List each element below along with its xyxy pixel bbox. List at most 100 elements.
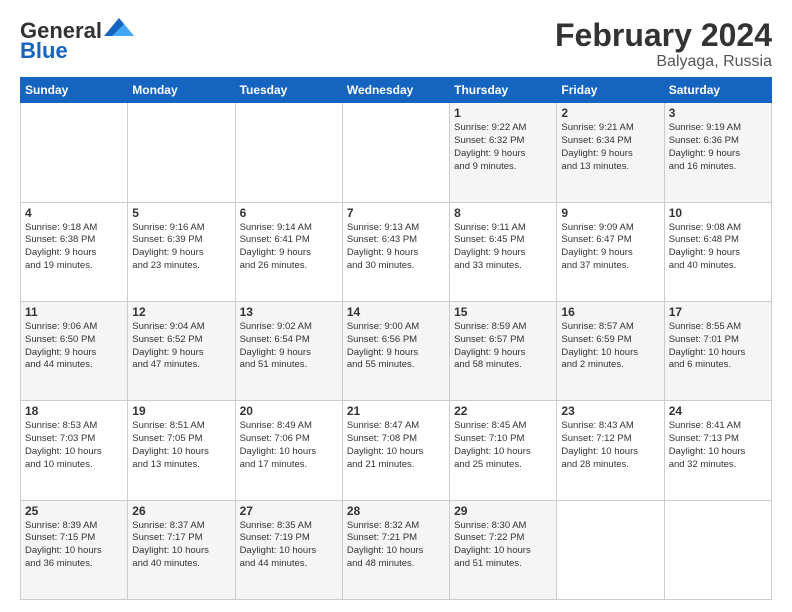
logo-icon	[104, 18, 134, 36]
calendar-cell: 21Sunrise: 8:47 AM Sunset: 7:08 PM Dayli…	[342, 401, 449, 500]
calendar-cell: 4 Sunrise: 9:18 AM Sunset: 6:38 PM Daylig…	[21, 202, 128, 301]
calendar-cell: 28 Sunrise: 8:32 AM Sunset: 7:21 PM Dayli…	[342, 500, 449, 599]
day-number: 12	[132, 305, 230, 319]
cell-data: Sunrise: 8:41 AM Sunset: 7:13 PM Dayligh…	[669, 420, 767, 471]
cell-data: Sunrise: 8:59 AM Sunset: 6:57 PM Dayligh…	[454, 321, 552, 372]
day-number: 23	[561, 404, 659, 418]
calendar-cell: 20 Sunrise: 8:49 AM Sunset: 7:06 PM Dayli…	[235, 401, 342, 500]
day-number: 17	[669, 305, 767, 319]
cell-data: Sunrise: 8:57 AM Sunset: 6:59 PM Dayligh…	[561, 321, 659, 372]
cell-data: Sunrise: 9:16 AM Sunset: 6:39 PM Dayligh…	[132, 222, 230, 273]
cell-data: Sunrise: 8:53 AM Sunset: 7:03 PM Dayligh…	[25, 420, 123, 471]
calendar-cell: 12 Sunrise: 9:04 AM Sunset: 6:52 PM Dayli…	[128, 301, 235, 400]
cell-data: Sunrise: 8:49 AM Sunset: 7:06 PM Dayligh…	[240, 420, 338, 471]
day-number: 6	[240, 206, 338, 220]
day-number: 7	[347, 206, 445, 220]
day-number: 5	[132, 206, 230, 220]
calendar-cell: 5 Sunrise: 9:16 AM Sunset: 6:39 PM Daylig…	[128, 202, 235, 301]
day-number: 2	[561, 106, 659, 120]
day-number: 10	[669, 206, 767, 220]
cell-data: Sunrise: 8:30 AM Sunset: 7:22 PM Dayligh…	[454, 520, 552, 571]
calendar-cell: 2 Sunrise: 9:21 AM Sunset: 6:34 PM Daylig…	[557, 103, 664, 202]
calendar-cell	[235, 103, 342, 202]
calendar-cell: 26 Sunrise: 8:37 AM Sunset: 7:17 PM Dayli…	[128, 500, 235, 599]
calendar-cell	[128, 103, 235, 202]
cell-data: Sunrise: 9:09 AM Sunset: 6:47 PM Dayligh…	[561, 222, 659, 273]
calendar-cell	[557, 500, 664, 599]
calendar-header-tuesday: Tuesday	[235, 78, 342, 103]
day-number: 27	[240, 504, 338, 518]
calendar-cell	[21, 103, 128, 202]
cell-data: Sunrise: 8:37 AM Sunset: 7:17 PM Dayligh…	[132, 520, 230, 571]
title-block: February 2024 Balyaga, Russia	[555, 18, 772, 71]
calendar-cell: 9 Sunrise: 9:09 AM Sunset: 6:47 PM Daylig…	[557, 202, 664, 301]
day-number: 16	[561, 305, 659, 319]
day-number: 15	[454, 305, 552, 319]
day-number: 28	[347, 504, 445, 518]
day-number: 8	[454, 206, 552, 220]
calendar-cell	[342, 103, 449, 202]
day-number: 18	[25, 404, 123, 418]
cell-data: Sunrise: 9:18 AM Sunset: 6:38 PM Dayligh…	[25, 222, 123, 273]
cell-data: Sunrise: 9:13 AM Sunset: 6:43 PM Dayligh…	[347, 222, 445, 273]
calendar-cell: 22Sunrise: 8:45 AM Sunset: 7:10 PM Dayli…	[450, 401, 557, 500]
cell-data: Sunrise: 8:55 AM Sunset: 7:01 PM Dayligh…	[669, 321, 767, 372]
calendar-header-sunday: Sunday	[21, 78, 128, 103]
calendar-cell: 23Sunrise: 8:43 AM Sunset: 7:12 PM Dayli…	[557, 401, 664, 500]
cell-data: Sunrise: 8:35 AM Sunset: 7:19 PM Dayligh…	[240, 520, 338, 571]
calendar-cell: 14 Sunrise: 9:00 AM Sunset: 6:56 PM Dayli…	[342, 301, 449, 400]
calendar-cell: 27 Sunrise: 8:35 AM Sunset: 7:19 PM Dayli…	[235, 500, 342, 599]
cell-data: Sunrise: 9:08 AM Sunset: 6:48 PM Dayligh…	[669, 222, 767, 273]
cell-data: Sunrise: 8:51 AM Sunset: 7:05 PM Dayligh…	[132, 420, 230, 471]
calendar-cell: 15 Sunrise: 8:59 AM Sunset: 6:57 PM Dayli…	[450, 301, 557, 400]
cell-data: Sunrise: 9:06 AM Sunset: 6:50 PM Dayligh…	[25, 321, 123, 372]
day-number: 9	[561, 206, 659, 220]
cell-data: Sunrise: 9:02 AM Sunset: 6:54 PM Dayligh…	[240, 321, 338, 372]
cell-data: Sunrise: 8:47 AM Sunset: 7:08 PM Dayligh…	[347, 420, 445, 471]
calendar-cell: 19 Sunrise: 8:51 AM Sunset: 7:05 PM Dayli…	[128, 401, 235, 500]
day-number: 13	[240, 305, 338, 319]
page-title: February 2024	[555, 18, 772, 53]
calendar-cell: 18 Sunrise: 8:53 AM Sunset: 7:03 PM Dayli…	[21, 401, 128, 500]
cell-data: Sunrise: 8:32 AM Sunset: 7:21 PM Dayligh…	[347, 520, 445, 571]
calendar-cell: 1Sunrise: 9:22 AM Sunset: 6:32 PM Daylig…	[450, 103, 557, 202]
calendar-week-3: 18 Sunrise: 8:53 AM Sunset: 7:03 PM Dayli…	[21, 401, 772, 500]
day-number: 25	[25, 504, 123, 518]
day-number: 3	[669, 106, 767, 120]
day-number: 11	[25, 305, 123, 319]
logo: General Blue	[20, 18, 134, 64]
logo-blue: Blue	[20, 38, 68, 64]
calendar-week-1: 4 Sunrise: 9:18 AM Sunset: 6:38 PM Daylig…	[21, 202, 772, 301]
day-number: 26	[132, 504, 230, 518]
calendar-table: SundayMondayTuesdayWednesdayThursdayFrid…	[20, 77, 772, 600]
cell-data: Sunrise: 9:04 AM Sunset: 6:52 PM Dayligh…	[132, 321, 230, 372]
day-number: 19	[132, 404, 230, 418]
page-subtitle: Balyaga, Russia	[555, 53, 772, 71]
calendar-cell: 13 Sunrise: 9:02 AM Sunset: 6:54 PM Dayli…	[235, 301, 342, 400]
calendar-cell: 8Sunrise: 9:11 AM Sunset: 6:45 PM Daylig…	[450, 202, 557, 301]
cell-data: Sunrise: 8:45 AM Sunset: 7:10 PM Dayligh…	[454, 420, 552, 471]
cell-data: Sunrise: 8:39 AM Sunset: 7:15 PM Dayligh…	[25, 520, 123, 571]
calendar-header-monday: Monday	[128, 78, 235, 103]
calendar-header-thursday: Thursday	[450, 78, 557, 103]
calendar-cell	[664, 500, 771, 599]
day-number: 20	[240, 404, 338, 418]
day-number: 4	[25, 206, 123, 220]
cell-data: Sunrise: 9:14 AM Sunset: 6:41 PM Dayligh…	[240, 222, 338, 273]
calendar-header-saturday: Saturday	[664, 78, 771, 103]
calendar-cell: 11 Sunrise: 9:06 AM Sunset: 6:50 PM Dayli…	[21, 301, 128, 400]
calendar-cell: 16 Sunrise: 8:57 AM Sunset: 6:59 PM Dayli…	[557, 301, 664, 400]
calendar-week-0: 1Sunrise: 9:22 AM Sunset: 6:32 PM Daylig…	[21, 103, 772, 202]
day-number: 14	[347, 305, 445, 319]
calendar-header-wednesday: Wednesday	[342, 78, 449, 103]
calendar-cell: 17 Sunrise: 8:55 AM Sunset: 7:01 PM Dayli…	[664, 301, 771, 400]
calendar-cell: 25 Sunrise: 8:39 AM Sunset: 7:15 PM Dayli…	[21, 500, 128, 599]
cell-data: Sunrise: 9:21 AM Sunset: 6:34 PM Dayligh…	[561, 122, 659, 173]
cell-data: Sunrise: 9:00 AM Sunset: 6:56 PM Dayligh…	[347, 321, 445, 372]
day-number: 24	[669, 404, 767, 418]
calendar-week-4: 25 Sunrise: 8:39 AM Sunset: 7:15 PM Dayli…	[21, 500, 772, 599]
page: General Blue February 2024 Balyaga, Russ…	[0, 0, 792, 612]
calendar-cell: 29 Sunrise: 8:30 AM Sunset: 7:22 PM Dayli…	[450, 500, 557, 599]
calendar-cell: 6 Sunrise: 9:14 AM Sunset: 6:41 PM Daylig…	[235, 202, 342, 301]
day-number: 29	[454, 504, 552, 518]
